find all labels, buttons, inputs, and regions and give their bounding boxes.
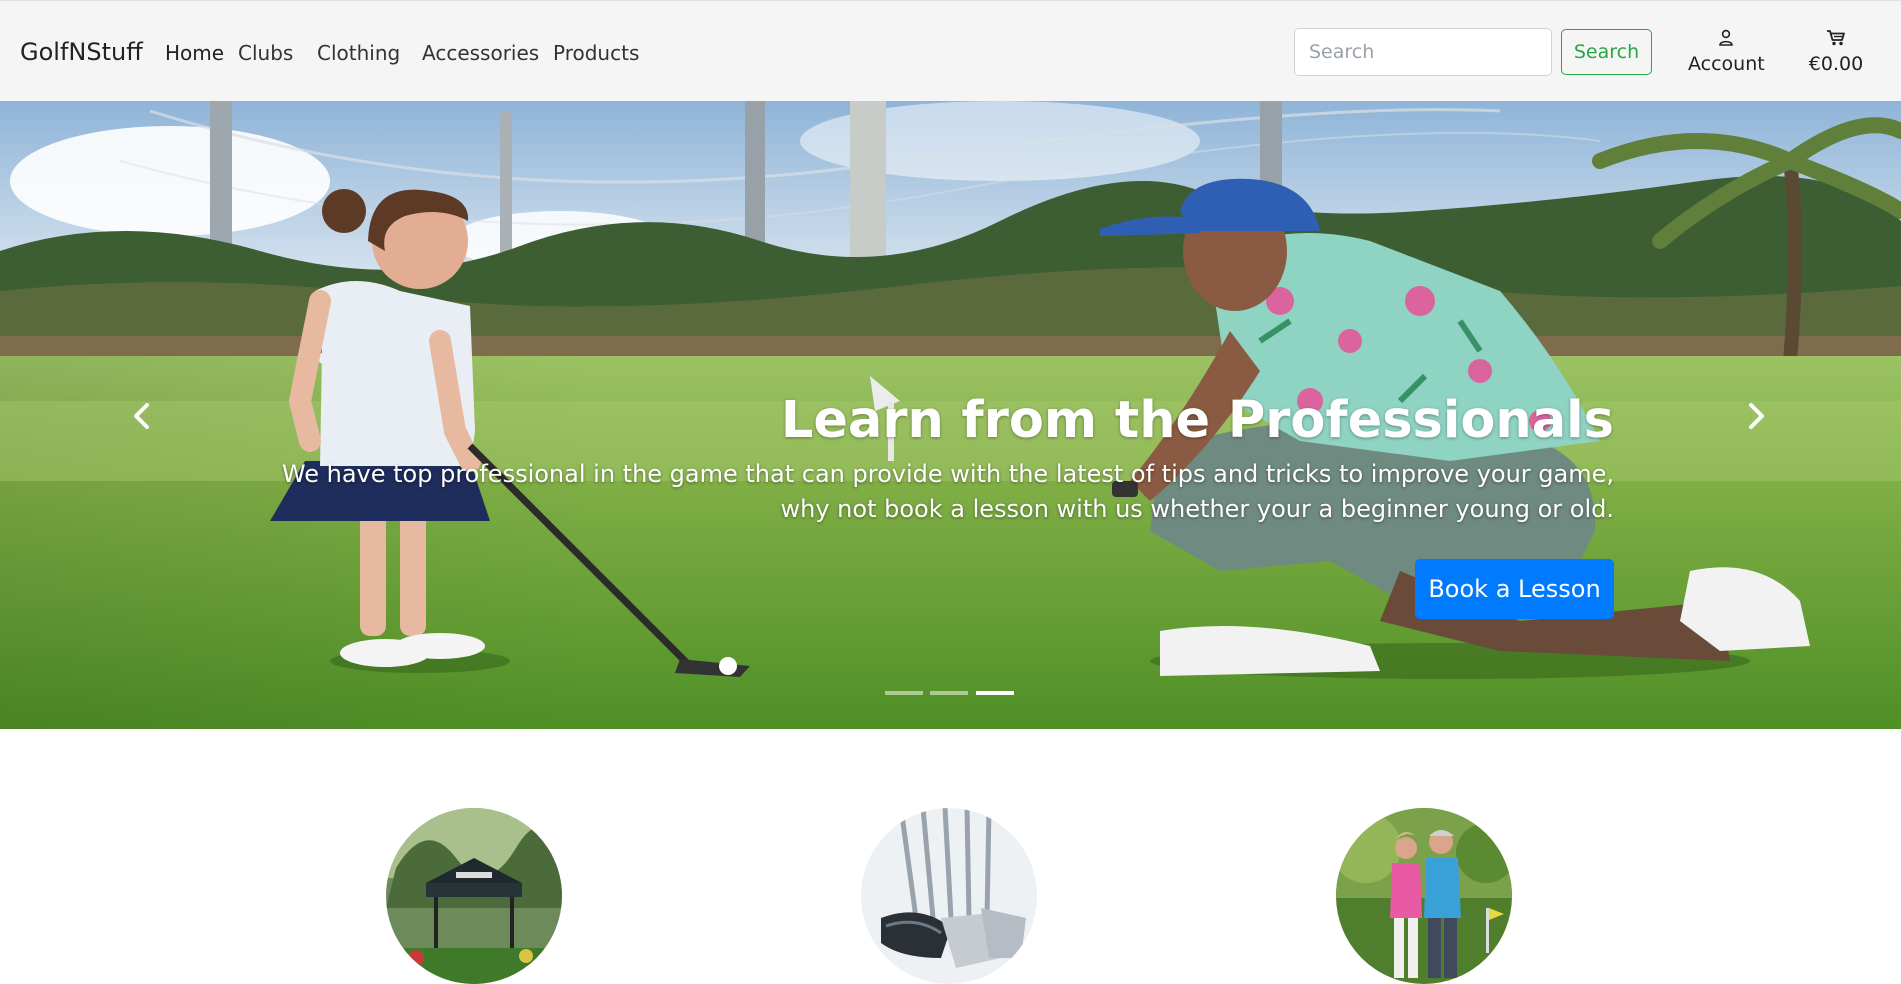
search-input[interactable] [1294,28,1552,76]
search-button[interactable]: Search [1561,29,1652,75]
cart-total: €0.00 [1808,53,1864,75]
carousel-indicator-3[interactable] [976,691,1014,695]
carousel-indicator-1[interactable] [885,691,923,695]
hero-carousel: Learn from the Professionals We have top… [0,101,1901,729]
feature-image-clubs[interactable] [861,808,1037,984]
person-icon [1688,29,1763,51]
account-label: Account [1688,53,1765,75]
feature-image-tent[interactable] [386,808,562,984]
nav-item-clubs[interactable]: Clubs [238,41,293,65]
cart-icon [1808,29,1864,51]
feature-image-couple[interactable] [1336,808,1512,984]
nav-item-clothing[interactable]: Clothing [317,41,400,65]
carousel-caption: Learn from the Professionals We have top… [280,391,1614,527]
carousel-next-button[interactable] [1726,391,1786,441]
chevron-left-icon [134,403,149,429]
account-link[interactable]: Account [1688,29,1765,75]
navbar: GolfNStuff Home Clubs Clothing Accessori… [0,0,1901,101]
brand-logo[interactable]: GolfNStuff [20,38,143,66]
carousel-title: Learn from the Professionals [780,391,1614,450]
nav-item-products[interactable]: Products [553,41,639,65]
golf-tent-event-photo [386,808,562,984]
nav-item-home[interactable]: Home [165,41,224,65]
carousel-text: We have top professional in the game tha… [281,460,1614,523]
carousel-indicator-2[interactable] [930,691,968,695]
golf-couple-photo [1336,808,1512,984]
nav-item-accessories[interactable]: Accessories [422,41,539,65]
book-lesson-button[interactable]: Book a Lesson [1415,559,1614,619]
golf-irons-photo [861,808,1037,984]
cart-link[interactable]: €0.00 [1808,29,1864,75]
chevron-right-icon [1749,403,1764,429]
carousel-prev-button[interactable] [112,391,172,441]
